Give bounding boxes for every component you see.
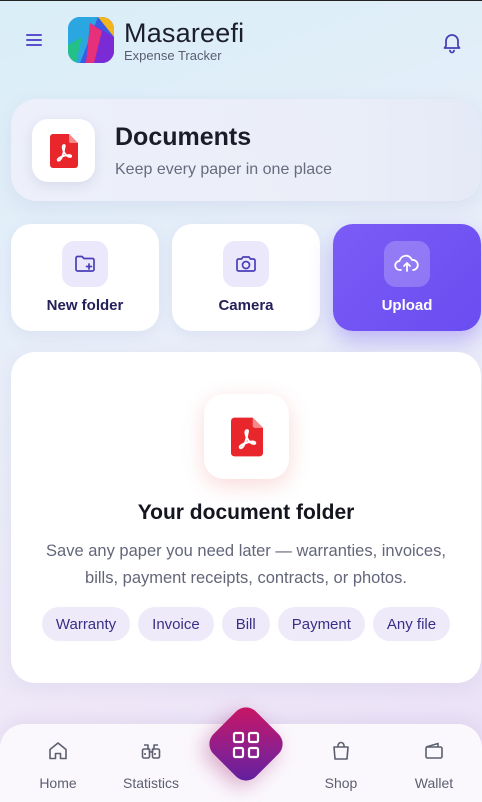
- home-icon: [47, 740, 69, 762]
- camera-icon: [223, 241, 269, 287]
- bell-icon[interactable]: [440, 30, 464, 54]
- folder-description: Save any paper you need later — warranti…: [46, 542, 446, 587]
- app-subtitle: Expense Tracker: [124, 48, 222, 63]
- upload-label: Upload: [381, 297, 433, 314]
- app-title: Masareefi: [124, 18, 245, 48]
- chip-any-file[interactable]: Any file: [372, 607, 451, 641]
- app-header: Masareefi Expense Tracker: [0, 0, 482, 84]
- page-subtitle: Keep every paper in one place: [115, 161, 333, 178]
- wallet-icon: [423, 740, 445, 762]
- nav-label-statistics: Statistics: [122, 775, 179, 791]
- page-title: Documents: [115, 123, 252, 151]
- document-folder-card: Your document folder Save any paper you …: [11, 352, 481, 683]
- nav-item-wallet[interactable]: Wallet: [394, 724, 474, 802]
- camera-label: Camera: [218, 297, 274, 314]
- pdf-file-icon: [204, 394, 289, 479]
- document-type-chips: Warranty Invoice Bill Payment Any file: [11, 607, 481, 641]
- nav-item-home[interactable]: Home: [18, 724, 98, 802]
- nav-label-home: Home: [39, 775, 77, 791]
- documents-hero-card: Documents Keep every paper in one place: [11, 99, 481, 201]
- pdf-file-icon: [32, 119, 95, 182]
- camera-button[interactable]: Camera: [172, 224, 320, 331]
- nav-item-shop[interactable]: Shop: [301, 724, 381, 802]
- menu-icon[interactable]: [26, 34, 42, 48]
- new-folder-label: New folder: [46, 297, 124, 314]
- app-logo: [68, 17, 114, 63]
- chip-payment[interactable]: Payment: [277, 607, 365, 641]
- new-folder-button[interactable]: New folder: [11, 224, 159, 331]
- nav-label-shop: Shop: [324, 775, 358, 791]
- chip-invoice[interactable]: Invoice: [138, 607, 214, 641]
- nav-item-statistics[interactable]: Statistics: [111, 724, 191, 802]
- shopping-bag-icon: [330, 740, 352, 762]
- cloud-upload-icon: [384, 241, 430, 287]
- chip-bill[interactable]: Bill: [221, 607, 270, 641]
- folder-title: Your document folder: [137, 501, 355, 524]
- nav-label-wallet: Wallet: [414, 775, 454, 791]
- upload-button[interactable]: Upload: [333, 224, 481, 331]
- chip-warranty[interactable]: Warranty: [41, 607, 131, 641]
- binoculars-icon: [140, 740, 162, 762]
- folder-plus-icon: [62, 241, 108, 287]
